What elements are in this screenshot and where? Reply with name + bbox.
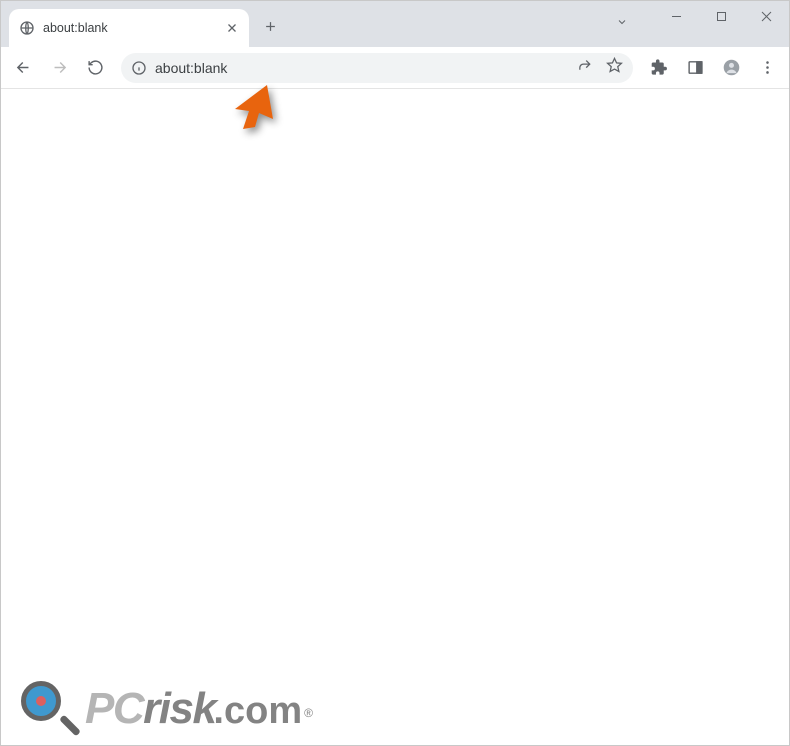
page-content (2, 89, 788, 744)
profile-button[interactable] (715, 52, 747, 84)
toolbar: about:blank (1, 47, 789, 89)
extensions-button[interactable] (643, 52, 675, 84)
browser-tab[interactable]: about:blank (9, 9, 249, 47)
minimize-button[interactable] (654, 1, 699, 31)
maximize-button[interactable] (699, 1, 744, 31)
tab-title: about:blank (43, 21, 217, 35)
chevron-down-icon[interactable] (616, 15, 628, 33)
titlebar: about:blank (1, 1, 789, 47)
back-button[interactable] (7, 52, 39, 84)
tab-close-button[interactable] (225, 21, 239, 35)
url-text[interactable]: about:blank (155, 60, 569, 76)
side-panel-button[interactable] (679, 52, 711, 84)
menu-button[interactable] (751, 52, 783, 84)
new-tab-button[interactable] (255, 11, 285, 41)
address-actions (577, 57, 623, 79)
window-controls (654, 1, 789, 31)
bookmark-star-icon[interactable] (606, 57, 623, 79)
site-info-icon[interactable] (131, 60, 147, 76)
globe-icon (19, 20, 35, 36)
reload-button[interactable] (79, 52, 111, 84)
forward-button[interactable] (43, 52, 75, 84)
window-close-button[interactable] (744, 1, 789, 31)
address-bar[interactable]: about:blank (121, 53, 633, 83)
share-icon[interactable] (577, 57, 594, 79)
